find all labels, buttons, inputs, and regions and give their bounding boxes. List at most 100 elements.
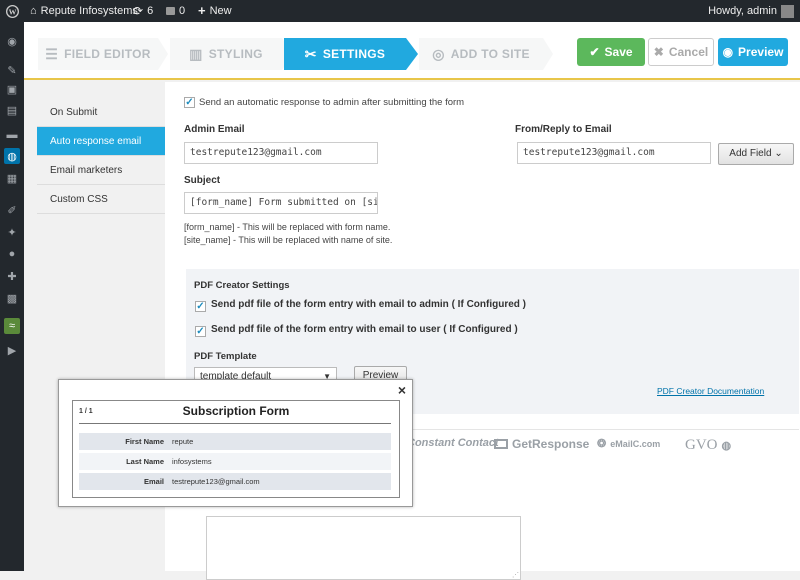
pdf-documentation-link[interactable]: PDF Creator Documentation xyxy=(657,386,764,396)
main-area: ☰ FIELD EDITOR ▥ STYLING ✂ SETTINGS ◎ AD… xyxy=(24,22,800,580)
step-divider xyxy=(406,38,418,70)
step-field-editor-label: FIELD EDITOR xyxy=(64,47,151,61)
chevron-down-icon: ⌄ xyxy=(774,148,783,159)
tools-icon[interactable]: ✚ xyxy=(4,268,20,284)
step-styling-label: STYLING xyxy=(208,47,263,61)
send-admin-label: Send pdf file of the form entry with ema… xyxy=(211,299,526,310)
subject-label: Subject xyxy=(184,175,221,186)
plugin-icon[interactable]: ✦ xyxy=(4,224,20,240)
updates-icon: ⟳ xyxy=(133,4,144,18)
message-textarea[interactable]: ⋰ xyxy=(206,516,521,580)
cancel-button[interactable]: ✖ Cancel xyxy=(648,38,714,66)
site-name-link[interactable]: ⌂ Repute Infosystems xyxy=(30,0,138,22)
from-reply-email-label: From/Reply to Email xyxy=(515,124,612,135)
row-key: Email xyxy=(143,477,164,486)
table-row: Email testrepute123@gmail.com xyxy=(79,473,391,490)
from-reply-email-field[interactable]: testrepute123@gmail.com xyxy=(517,142,711,164)
constant-contact-text: Constant Contact xyxy=(407,437,499,449)
add-field-button[interactable]: Add Field ⌄ xyxy=(718,143,794,165)
step-styling[interactable]: ▥ STYLING xyxy=(170,38,282,70)
admin-bar: W ⌂ Repute Infosystems ⟳ 6 0 + New Howdy… xyxy=(0,0,800,22)
add-field-label: Add Field xyxy=(729,148,772,159)
send-admin-checkbox[interactable]: ✓ xyxy=(195,301,206,312)
row-value: testrepute123@gmail.com xyxy=(172,477,260,486)
site-name: Repute Infosystems xyxy=(40,5,138,17)
comment-icon xyxy=(166,7,175,15)
pin-icon[interactable]: ✎ xyxy=(4,62,20,78)
save-button[interactable]: ✔ Save xyxy=(577,38,645,66)
step-field-editor[interactable]: ☰ FIELD EDITOR xyxy=(38,38,158,70)
send-user-label: Send pdf file of the form entry with ema… xyxy=(211,324,518,335)
save-label: Save xyxy=(604,45,633,59)
updates-link[interactable]: ⟳ 6 xyxy=(133,0,153,22)
builder-toolbar: ☰ FIELD EDITOR ▥ STYLING ✂ SETTINGS ◎ AD… xyxy=(24,22,800,80)
admin-sidebar: ◉ ✎ ▣ ▤ ▬ ◍ ▦ ✐ ✦ ● ✚ ▩ ≈ ▶ xyxy=(0,22,24,571)
pdf-heading: PDF Creator Settings xyxy=(194,280,290,291)
close-icon[interactable]: × xyxy=(398,382,406,398)
play-icon[interactable]: ▶ xyxy=(4,342,20,358)
updates-count: 6 xyxy=(147,5,154,17)
brush-icon[interactable]: ✐ xyxy=(4,202,20,218)
globe-icon: ◍ xyxy=(721,440,732,452)
admin-email-field[interactable]: testrepute123@gmail.com xyxy=(184,142,378,164)
media-icon[interactable]: ▣ xyxy=(4,81,20,97)
auto-response-checkbox[interactable]: ✓ xyxy=(184,97,195,108)
wordpress-logo-icon[interactable]: W xyxy=(6,0,19,22)
row-key: Last Name xyxy=(126,457,164,466)
resize-handle-icon: ⋰ xyxy=(512,572,519,579)
new-content-link[interactable]: + New xyxy=(198,0,232,22)
chart-plugin-icon[interactable]: ≈ xyxy=(4,318,20,334)
pages-icon[interactable]: ▤ xyxy=(4,102,20,118)
gvo-logo[interactable]: GVO ◍ xyxy=(685,437,731,454)
step-settings[interactable]: ✂ SETTINGS xyxy=(284,38,406,70)
step-settings-label: SETTINGS xyxy=(322,47,386,61)
emailc-text: eMailC.com xyxy=(610,438,661,449)
cancel-label: Cancel xyxy=(668,45,709,59)
swirl-icon: ❂ xyxy=(597,438,607,450)
account-menu[interactable]: Howdy, admin xyxy=(708,0,794,22)
close-icon: ✖ xyxy=(653,45,664,59)
users-icon[interactable]: ● xyxy=(4,246,20,262)
envelope-icon xyxy=(494,439,508,449)
emailc-logo[interactable]: ❂ eMailC.com xyxy=(597,437,660,450)
forms-plugin-icon[interactable]: ◍ xyxy=(4,148,20,164)
document-icon[interactable]: ▦ xyxy=(4,170,20,186)
constant-contact-logo[interactable]: Constant Contact xyxy=(407,437,499,449)
step-divider xyxy=(158,38,168,70)
row-value: repute xyxy=(172,437,194,446)
eye-icon: ◉ xyxy=(722,45,734,59)
getresponse-text: GetResponse xyxy=(512,437,590,451)
comments-count: 0 xyxy=(179,5,186,17)
pdf-preview-popup: × 1 / 1 Subscription Form First Name rep… xyxy=(58,379,413,507)
home-icon: ⌂ xyxy=(30,5,37,17)
avatar xyxy=(781,4,794,18)
step-divider xyxy=(543,38,553,70)
getresponse-logo[interactable]: GetResponse xyxy=(494,437,589,451)
dashboard-icon[interactable]: ◉ xyxy=(4,33,20,49)
nav-item-on-submit[interactable]: On Submit xyxy=(37,98,165,127)
send-user-checkbox[interactable]: ✓ xyxy=(195,326,206,337)
pdf-template-label: PDF Template xyxy=(194,351,257,362)
title-rule xyxy=(79,423,391,424)
preview-button[interactable]: ◉ Preview xyxy=(718,38,788,66)
subject-field[interactable]: [form_name] Form submitted on [site xyxy=(184,192,378,214)
paint-roller-icon: ▥ xyxy=(189,45,203,62)
comments-link[interactable]: 0 xyxy=(166,0,185,22)
row-value: infosystems xyxy=(172,457,212,466)
settings-icon[interactable]: ▩ xyxy=(4,290,20,306)
nav-item-auto-response-email[interactable]: Auto response email xyxy=(37,127,165,156)
table-row: First Name repute xyxy=(79,433,391,450)
check-icon: ✔ xyxy=(589,45,600,59)
plus-icon: + xyxy=(198,3,206,18)
comments-icon[interactable]: ▬ xyxy=(4,127,20,143)
gvo-text: GVO xyxy=(685,437,718,453)
nav-item-email-marketers[interactable]: Email marketers xyxy=(37,156,165,185)
row-key: First Name xyxy=(125,437,164,446)
tools-icon: ✂ xyxy=(304,45,317,62)
nav-item-custom-css[interactable]: Custom CSS xyxy=(37,185,165,214)
globe-icon: ◎ xyxy=(432,45,445,62)
site-name-hint: [site_name] - This will be replaced with… xyxy=(184,235,393,245)
list-icon: ☰ xyxy=(45,45,59,62)
pdf-title: Subscription Form xyxy=(182,404,290,418)
step-add-to-site[interactable]: ◎ ADD TO SITE xyxy=(419,38,543,70)
